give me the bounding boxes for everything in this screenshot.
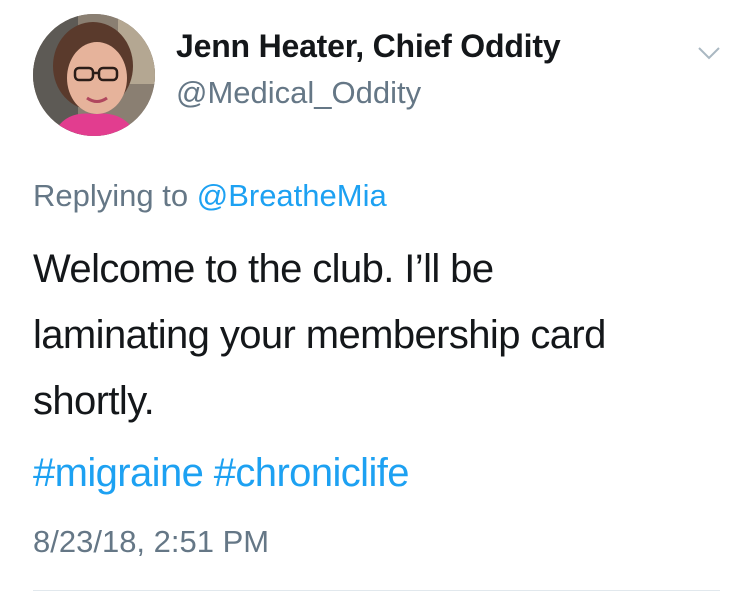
hashtag-link-migraine[interactable]: #migraine [33,451,204,495]
avatar[interactable] [33,14,155,136]
chevron-down-icon[interactable] [694,38,724,68]
tweet-text-line: shortly. [33,379,155,423]
replying-to: Replying to @BreatheMia [33,178,387,214]
tweet-text: Welcome to the club. I’ll be laminating … [33,236,733,434]
user-handle[interactable]: @Medical_Oddity [176,75,421,111]
tweet-text-line: Welcome to the club. I’ll be [33,247,494,291]
reply-mention-link[interactable]: @BreatheMia [197,178,387,213]
tweet: Jenn Heater, Chief Oddity @Medical_Oddit… [0,0,750,597]
tweet-timestamp[interactable]: 8/23/18, 2:51 PM [33,524,269,560]
tweet-text-line: laminating your membership card [33,313,606,357]
display-name[interactable]: Jenn Heater, Chief Oddity [176,28,561,65]
replying-to-label: Replying to [33,178,189,213]
hashtags: #migraine #chroniclife [33,447,409,499]
divider [33,590,720,591]
avatar-image [33,14,155,136]
hashtag-link-chroniclife[interactable]: #chroniclife [214,451,410,495]
